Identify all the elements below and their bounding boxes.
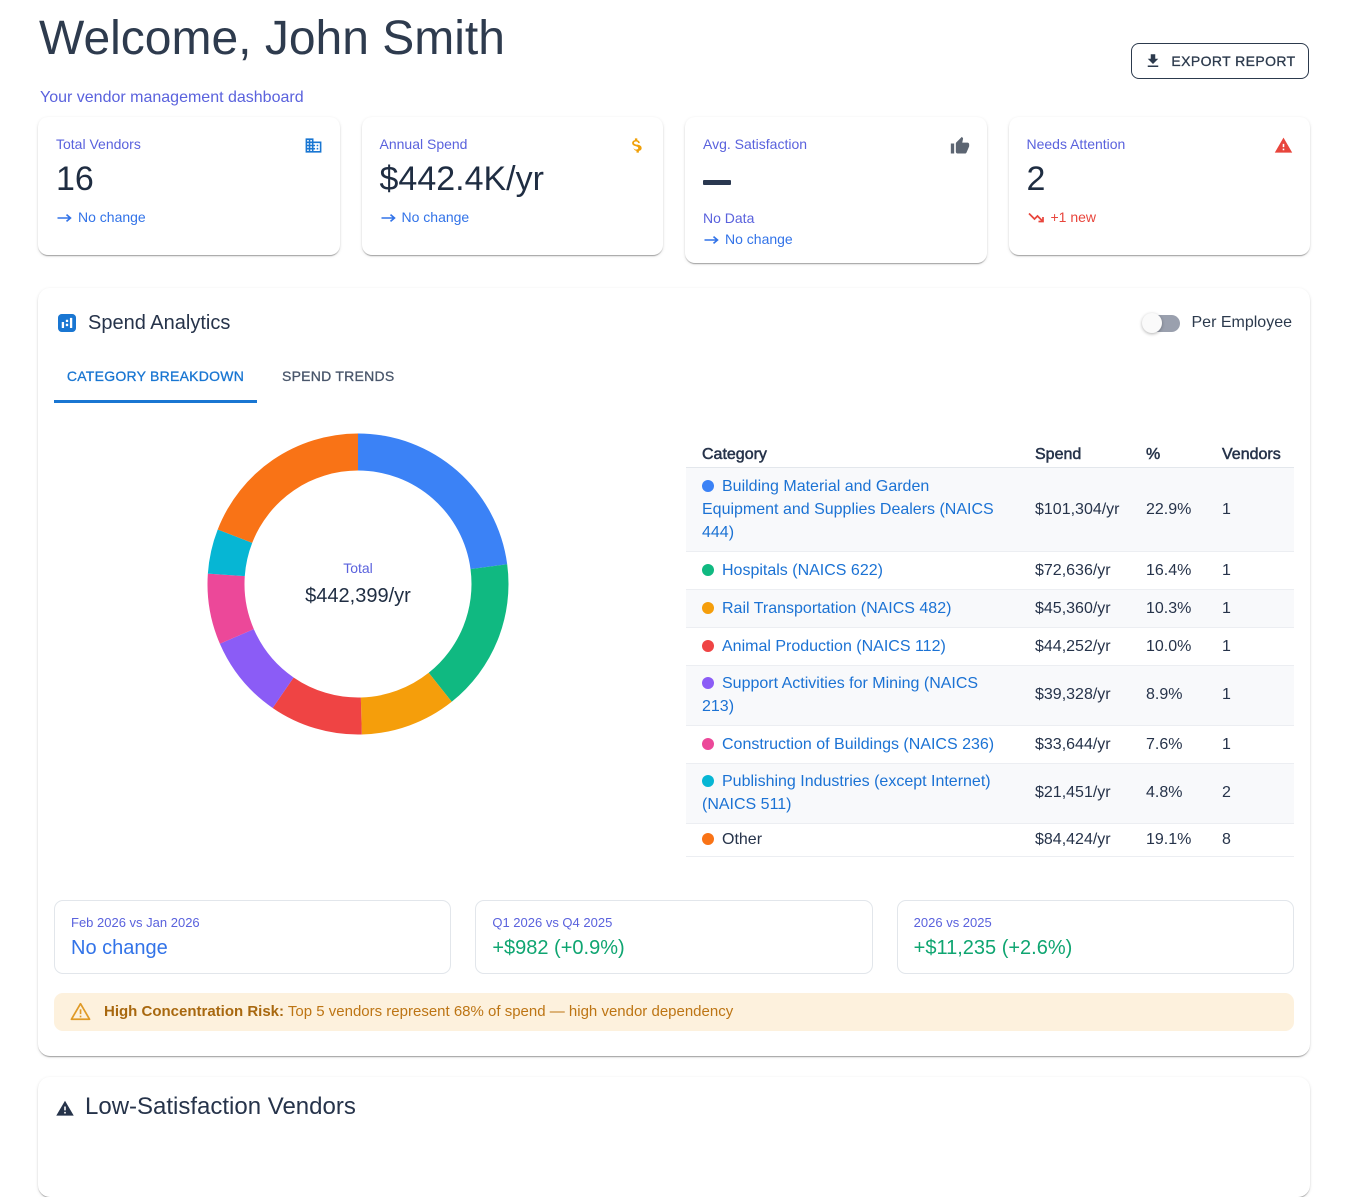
svg-text:$442,399/yr: $442,399/yr <box>305 585 411 607</box>
svg-text:Total: Total <box>343 560 373 576</box>
